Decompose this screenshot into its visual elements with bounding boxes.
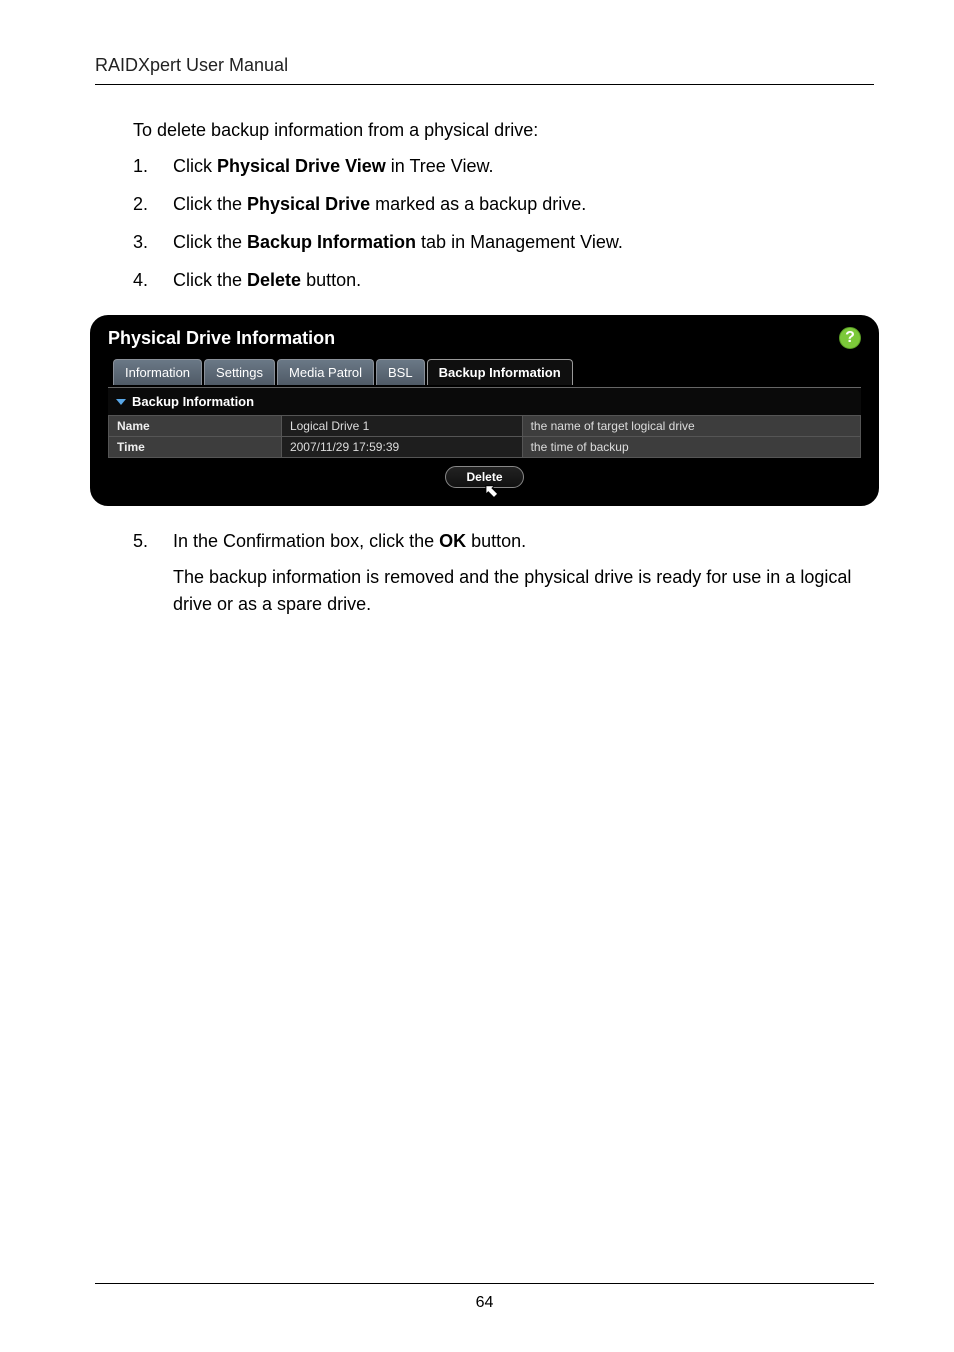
step-text: Click the Delete button. bbox=[173, 267, 874, 293]
table-row: Time 2007/11/29 17:59:39 the time of bac… bbox=[109, 437, 861, 458]
step-text: Click Physical Drive View in Tree View. bbox=[173, 153, 874, 179]
step5-line2: The backup information is removed and th… bbox=[173, 564, 874, 616]
text-fragment: Click the bbox=[173, 232, 247, 252]
bold-text: Physical Drive View bbox=[217, 156, 386, 176]
text-fragment: button. bbox=[466, 531, 526, 551]
panel-physical-drive-info: Physical Drive Information ? Information… bbox=[90, 315, 879, 506]
tab-information[interactable]: Information bbox=[113, 359, 202, 385]
step-text: In the Confirmation box, click the OK bu… bbox=[173, 528, 874, 616]
section-label: Backup Information bbox=[132, 394, 254, 409]
section-backup-information[interactable]: Backup Information bbox=[108, 387, 861, 415]
step-3: 3. Click the Backup Information tab in M… bbox=[133, 229, 874, 255]
text-fragment: Click bbox=[173, 156, 217, 176]
header-divider bbox=[95, 84, 874, 85]
bold-text: Physical Drive bbox=[247, 194, 370, 214]
text-fragment: tab in Management View. bbox=[416, 232, 623, 252]
bold-text: Delete bbox=[247, 270, 301, 290]
row-value: 2007/11/29 17:59:39 bbox=[281, 437, 522, 458]
page-number: 64 bbox=[95, 1294, 874, 1312]
chevron-down-icon bbox=[116, 399, 126, 405]
tab-bsl[interactable]: BSL bbox=[376, 359, 425, 385]
step-text: Click the Physical Drive marked as a bac… bbox=[173, 191, 874, 217]
row-desc: the name of target logical drive bbox=[522, 416, 860, 437]
tab-backup-information[interactable]: Backup Information bbox=[427, 359, 573, 385]
panel-title: Physical Drive Information bbox=[108, 328, 335, 349]
step-2: 2. Click the Physical Drive marked as a … bbox=[133, 191, 874, 217]
help-icon[interactable]: ? bbox=[839, 327, 861, 349]
step-number: 5. bbox=[133, 531, 173, 552]
delete-row: Delete ⬉ bbox=[108, 458, 861, 490]
footer-divider bbox=[95, 1283, 874, 1284]
text-fragment: Click the bbox=[173, 270, 247, 290]
bold-text: Backup Information bbox=[247, 232, 416, 252]
step-number: 3. bbox=[133, 232, 173, 253]
tabs-row: Information Settings Media Patrol BSL Ba… bbox=[110, 359, 861, 385]
row-label: Time bbox=[109, 437, 282, 458]
step-number: 2. bbox=[133, 194, 173, 215]
bold-text: OK bbox=[439, 531, 466, 551]
text-fragment: In the Confirmation box, click the bbox=[173, 531, 439, 551]
cursor-icon: ⬉ bbox=[485, 481, 498, 501]
tab-settings[interactable]: Settings bbox=[204, 359, 275, 385]
text-fragment: Click the bbox=[173, 194, 247, 214]
header-title: RAIDXpert User Manual bbox=[95, 55, 874, 76]
step-5: 5. In the Confirmation box, click the OK… bbox=[133, 528, 874, 616]
delete-button[interactable]: Delete ⬉ bbox=[445, 466, 523, 488]
step-text: Click the Backup Information tab in Mana… bbox=[173, 229, 874, 255]
row-label: Name bbox=[109, 416, 282, 437]
text-fragment: in Tree View. bbox=[386, 156, 494, 176]
backup-info-table: Name Logical Drive 1 the name of target … bbox=[108, 415, 861, 458]
intro-text: To delete backup information from a phys… bbox=[133, 120, 874, 141]
step-1: 1. Click Physical Drive View in Tree Vie… bbox=[133, 153, 874, 179]
step-number: 1. bbox=[133, 156, 173, 177]
tab-media-patrol[interactable]: Media Patrol bbox=[277, 359, 374, 385]
text-fragment: marked as a backup drive. bbox=[370, 194, 586, 214]
table-row: Name Logical Drive 1 the name of target … bbox=[109, 416, 861, 437]
step-4: 4. Click the Delete button. bbox=[133, 267, 874, 293]
row-desc: the time of backup bbox=[522, 437, 860, 458]
row-value: Logical Drive 1 bbox=[281, 416, 522, 437]
step-number: 4. bbox=[133, 270, 173, 291]
text-fragment: button. bbox=[301, 270, 361, 290]
